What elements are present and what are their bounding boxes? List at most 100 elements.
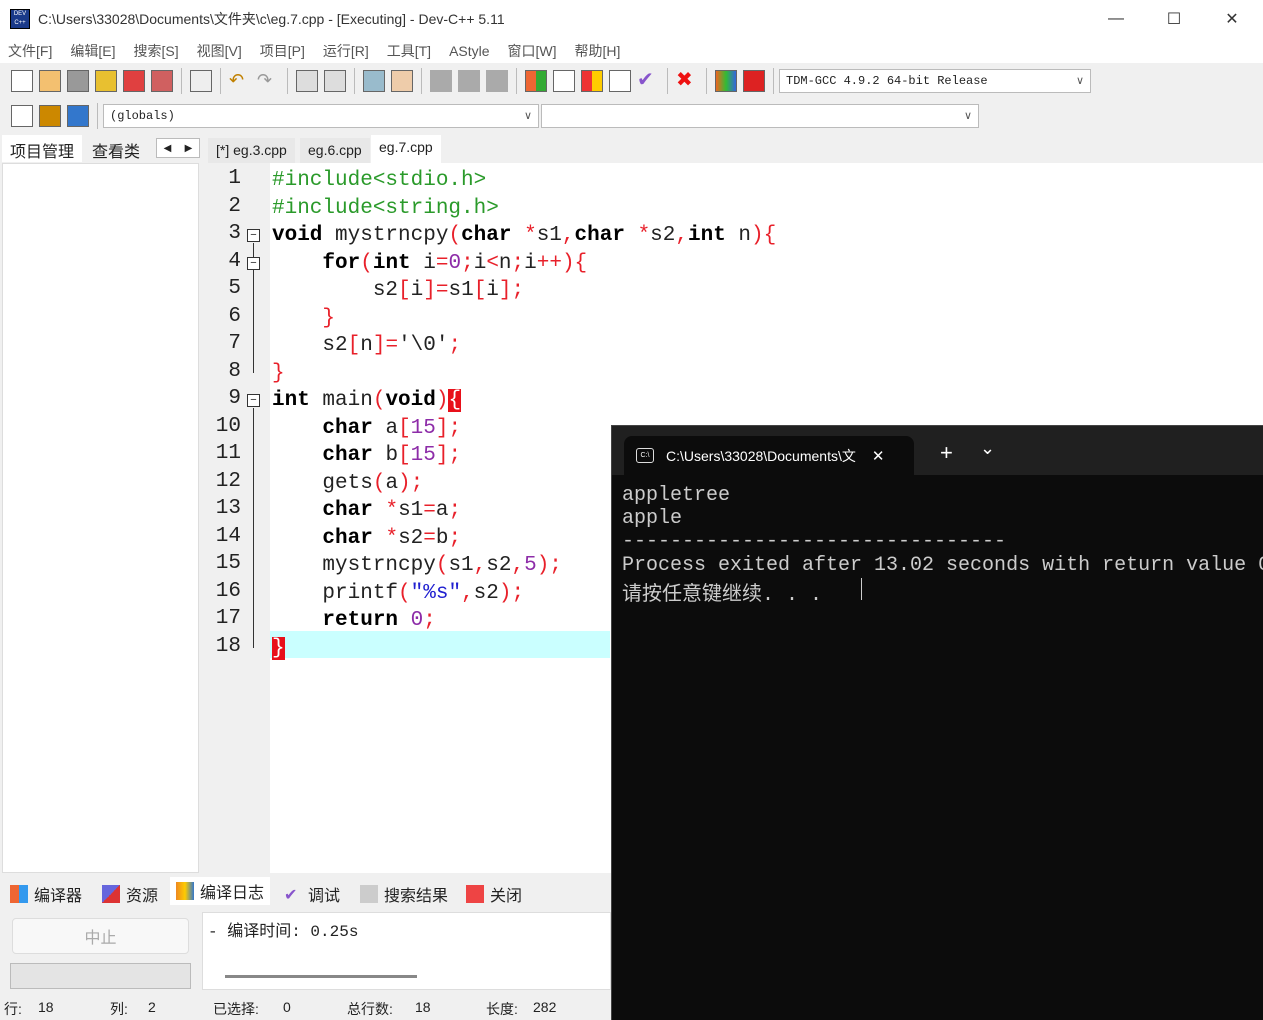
- menu-item[interactable]: 窗口[W]: [508, 41, 557, 61]
- code-token: {: [448, 389, 462, 412]
- bottom-tab-compile-log[interactable]: 编译日志: [170, 877, 271, 905]
- menu-item[interactable]: 帮助[H]: [575, 41, 621, 61]
- save-all-icon[interactable]: [95, 69, 117, 92]
- add-bookmark-icon[interactable]: [39, 104, 61, 127]
- check-syntax-icon[interactable]: ✔: [637, 69, 659, 92]
- line-number: 15: [215, 552, 241, 575]
- bottom-tab-resources[interactable]: 资源: [96, 880, 165, 908]
- bottom-tab-search-results[interactable]: 搜索结果: [354, 880, 455, 908]
- fold-toggle-icon[interactable]: −: [247, 394, 260, 407]
- code-token: =: [423, 526, 436, 550]
- replace-icon[interactable]: [324, 69, 346, 92]
- code-token: char: [322, 444, 373, 467]
- code-token: =: [435, 251, 449, 275]
- unindent-icon[interactable]: [458, 69, 480, 92]
- tab-scroller[interactable]: ◀ ▶: [156, 138, 200, 158]
- code-token: void: [385, 389, 436, 412]
- close-file-icon[interactable]: [123, 69, 145, 92]
- menu-item[interactable]: 文件[F]: [8, 41, 52, 61]
- code-token: s2: [272, 334, 348, 357]
- code-line: void mystrncpy(char *s1,char *s2,int n){: [272, 222, 776, 250]
- close-icon: [466, 885, 484, 903]
- undo-icon[interactable]: ↶: [229, 69, 251, 92]
- arrow-right-icon[interactable]: ▶: [185, 143, 193, 154]
- horizontal-scrollbar[interactable]: [225, 975, 417, 978]
- indent-icon[interactable]: [430, 69, 452, 92]
- open-file-icon[interactable]: [39, 69, 61, 92]
- line-number: 10: [215, 414, 241, 438]
- tab-dropdown-button[interactable]: ⌄: [980, 438, 995, 459]
- code-token: );: [498, 581, 525, 605]
- code-token: s1: [398, 499, 424, 522]
- new-tab-button[interactable]: +: [940, 440, 953, 466]
- bottom-tab-close[interactable]: 关闭: [460, 880, 529, 908]
- menu-item[interactable]: 项目[P]: [260, 41, 305, 61]
- delete-profile-icon[interactable]: [743, 69, 765, 92]
- goto-bookmark-icon[interactable]: [67, 104, 89, 127]
- scope-select[interactable]: (globals) ∨: [103, 103, 539, 128]
- menu-item[interactable]: 视图[V]: [197, 41, 242, 61]
- code-token: main: [309, 389, 373, 412]
- line-number: 11: [215, 442, 241, 465]
- redo-icon[interactable]: ↷: [257, 69, 279, 92]
- length-value: 282: [533, 999, 557, 1015]
- menu-item[interactable]: 运行[R]: [323, 41, 369, 61]
- run-icon[interactable]: [553, 69, 575, 92]
- code-line: }: [272, 635, 285, 663]
- terminal-tab-close-button[interactable]: ✕: [872, 447, 885, 465]
- print-icon[interactable]: [190, 69, 212, 92]
- menu-item[interactable]: AStyle: [449, 43, 489, 59]
- menu-item[interactable]: 编辑[E]: [70, 41, 115, 61]
- tab-classes[interactable]: 查看类: [84, 135, 149, 162]
- file-tab-eg3[interactable]: [*] eg.3.cpp: [208, 138, 295, 163]
- stop-icon[interactable]: ✖: [676, 69, 698, 92]
- bottom-tab-compiler[interactable]: 编译器: [4, 880, 89, 908]
- code-token: ){: [751, 224, 777, 247]
- code-token: int: [372, 251, 411, 275]
- goto-line-icon[interactable]: [363, 69, 385, 92]
- rebuild-icon[interactable]: [609, 69, 631, 92]
- code-line: char *s2=b;: [272, 525, 461, 553]
- code-line: printf("%s",s2);: [272, 580, 524, 608]
- compiler-select[interactable]: TDM-GCC 4.9.2 64-bit Release ∨: [779, 68, 1091, 93]
- save-icon[interactable]: [67, 69, 89, 92]
- new-file-icon[interactable]: [11, 69, 33, 92]
- tab-project[interactable]: 项目管理: [2, 135, 83, 162]
- menu-item[interactable]: 搜索[S]: [133, 41, 178, 61]
- toggle-bookmark-icon[interactable]: [391, 69, 413, 92]
- code-token: for: [322, 251, 361, 275]
- menu-bar: 文件[F] 编辑[E] 搜索[S] 视图[V] 项目[P] 运行[R] 工具[T] AStyl…: [0, 38, 1263, 63]
- close-all-icon[interactable]: [151, 69, 173, 92]
- find-icon[interactable]: [296, 69, 318, 92]
- arrow-left-icon[interactable]: ◀: [164, 143, 172, 154]
- code-token: i: [524, 251, 537, 275]
- close-button[interactable]: ✕: [1203, 0, 1261, 38]
- console-icon: C:\: [636, 448, 654, 463]
- file-tab-eg6[interactable]: eg.6.cpp: [300, 138, 370, 163]
- code-line: }: [272, 305, 335, 333]
- code-token: s1: [448, 554, 474, 577]
- compile-run-icon[interactable]: [581, 69, 603, 92]
- code-token: (: [398, 581, 411, 605]
- terminal-window[interactable]: C:\ C:\Users\33028\Documents\文 ✕ + ⌄ app…: [611, 425, 1263, 1020]
- row-label: 行:: [4, 1001, 22, 1017]
- function-select[interactable]: ∨: [541, 103, 979, 128]
- compile-icon[interactable]: [525, 69, 547, 92]
- compile-log: - 编译时间: 0.25s: [202, 912, 611, 990]
- profile-icon[interactable]: [715, 69, 737, 92]
- minimize-button[interactable]: —: [1087, 0, 1145, 38]
- file-tab-eg7[interactable]: eg.7.cpp: [371, 135, 441, 163]
- code-token: ;: [423, 609, 436, 632]
- terminal-tab[interactable]: C:\ C:\Users\33028\Documents\文 ✕: [624, 436, 914, 475]
- abort-button[interactable]: 中止: [12, 918, 189, 954]
- insert-icon[interactable]: [11, 104, 33, 127]
- fold-line: [253, 408, 254, 648]
- comment-icon[interactable]: [486, 69, 508, 92]
- bottom-tab-debug[interactable]: ✔ 调试: [278, 880, 347, 908]
- fold-toggle-icon[interactable]: −: [247, 229, 260, 242]
- maximize-button[interactable]: ☐: [1145, 0, 1203, 38]
- menu-item[interactable]: 工具[T]: [387, 41, 431, 61]
- fold-toggle-icon[interactable]: −: [247, 256, 260, 270]
